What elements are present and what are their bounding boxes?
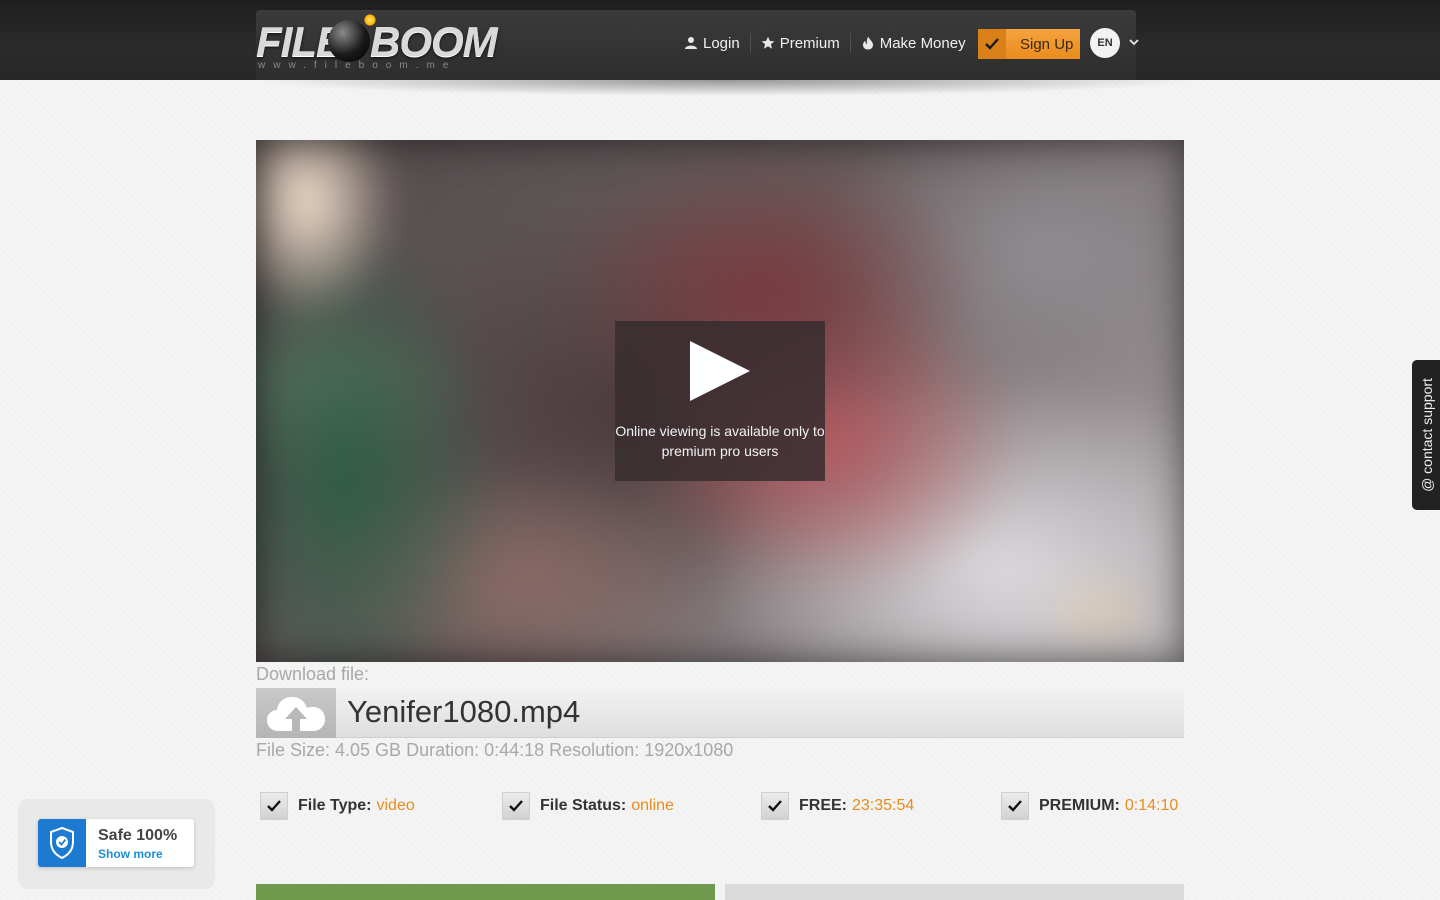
header-shadow [250, 80, 1200, 96]
check-icon [761, 792, 789, 820]
stat-file-status: File Status: online [502, 790, 674, 822]
file-name: Yenifer1080.mp4 [347, 694, 581, 729]
site-logo[interactable]: FILE BOOM www.fileboom.me [256, 12, 498, 72]
premium-viewing-message: Online viewing is available only to prem… [615, 423, 825, 459]
bomb-icon [328, 20, 370, 62]
show-more-link[interactable]: Show more [98, 847, 163, 861]
download-label: Download file: [256, 664, 370, 684]
main-nav: Login Premium Make Money [684, 30, 976, 56]
contact-support-tab[interactable]: @ contact support [1412, 360, 1440, 510]
stat-label: File Type: [298, 797, 372, 814]
video-preview[interactable]: Online viewing is available only to prem… [256, 140, 1184, 662]
premium-download-button[interactable] [725, 884, 1184, 900]
nav-make-money-label: Make Money [879, 34, 966, 52]
stat-label: FREE: [799, 797, 847, 814]
stat-free-time: FREE: 23:35:54 [761, 790, 914, 822]
stat-label: File Status: [540, 797, 627, 814]
nav-premium-label: Premium [779, 34, 840, 52]
cloud-upload-icon [256, 688, 336, 738]
check-icon [978, 29, 1006, 59]
safe-badge[interactable]: Safe 100% Show more [18, 799, 215, 889]
stat-premium-time: PREMIUM: 0:14:10 [1001, 790, 1178, 822]
shield-check-icon [38, 819, 86, 867]
nav-make-money[interactable]: Make Money [851, 30, 976, 56]
free-download-button[interactable] [256, 884, 715, 900]
contact-support-label: @ contact support [1419, 378, 1435, 492]
stat-value: online [631, 797, 674, 814]
stat-value: 23:35:54 [852, 797, 915, 814]
stat-value: 0:14:10 [1124, 797, 1179, 814]
file-meta: File Size: 4.05 GB Duration: 0:44:18 Res… [256, 740, 734, 760]
play-button[interactable]: Online viewing is available only to prem… [615, 321, 825, 481]
signup-label: Sign Up [1020, 35, 1074, 53]
play-icon [690, 341, 750, 401]
chevron-down-icon[interactable] [1128, 36, 1140, 48]
check-icon [260, 792, 288, 820]
nav-login-label: Login [703, 34, 740, 52]
safe-title: Safe 100% [98, 827, 178, 844]
check-icon [502, 792, 530, 820]
stat-file-type: File Type: video [260, 790, 415, 822]
safe-card[interactable]: Safe 100% Show more [38, 819, 194, 867]
language-selector[interactable]: EN [1090, 28, 1120, 58]
signup-button[interactable]: Sign Up [978, 29, 1080, 59]
file-stats: File Type: video File Status: online FRE… [260, 790, 1190, 822]
nav-login[interactable]: Login [684, 30, 750, 56]
stat-label: PREMIUM: [1039, 797, 1120, 814]
flame-icon [862, 36, 873, 50]
star-icon [761, 36, 775, 49]
logo-word-boom: BOOM [370, 18, 498, 65]
nav-premium[interactable]: Premium [751, 30, 850, 56]
user-icon [685, 37, 697, 49]
stat-value: video [376, 797, 415, 814]
check-icon [1001, 792, 1029, 820]
file-name-bar: Yenifer1080.mp4 [256, 688, 1184, 738]
logo-url: www.fileboom.me [258, 60, 457, 71]
